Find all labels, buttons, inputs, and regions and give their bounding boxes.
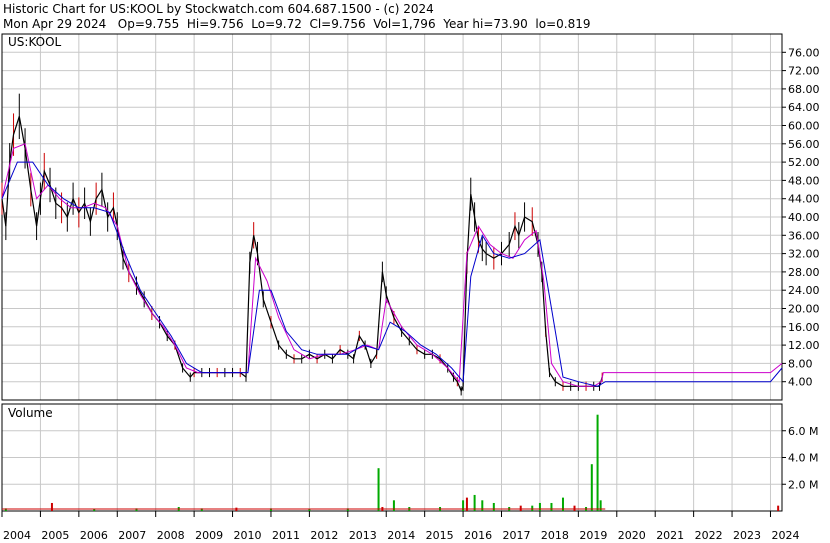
volume-bar-24 — [550, 502, 553, 511]
volume-bar-28 — [590, 464, 593, 511]
x-tick-label-2007: 2007 — [118, 529, 146, 542]
y-tick-label-16.00: 16.00 — [788, 321, 820, 334]
x-tick-label-2006: 2006 — [80, 529, 108, 542]
y-tick-label-40.00: 40.00 — [788, 211, 820, 224]
x-tick-label-2011: 2011 — [272, 529, 300, 542]
y-tick-label-8.00: 8.00 — [788, 357, 813, 370]
x-tick-label-2008: 2008 — [157, 529, 185, 542]
volume-bar-21 — [519, 505, 522, 511]
x-tick-label-2010: 2010 — [234, 529, 262, 542]
ma-long-line — [1, 161, 783, 387]
y-tick-label-12.00: 12.00 — [788, 339, 820, 352]
x-tick-label-2022: 2022 — [695, 529, 723, 542]
x-tick-label-2013: 2013 — [349, 529, 377, 542]
volume-bar-22 — [531, 505, 534, 511]
x-tick-label-2019: 2019 — [579, 529, 607, 542]
price-panel-label: US:KOOL — [8, 35, 62, 49]
y-tick-label-4.00: 4.00 — [788, 376, 813, 389]
volume-bar-10 — [377, 468, 380, 511]
volume-bar-19 — [492, 502, 495, 511]
y-tick-label-76.00: 76.00 — [788, 46, 820, 59]
volume-bar-29 — [596, 414, 599, 511]
volume-panel-label: Volume — [8, 406, 53, 420]
y-tick-label-28.00: 28.00 — [788, 266, 820, 279]
y-tick-label-48.00: 48.00 — [788, 174, 820, 187]
x-tick-label-2018: 2018 — [541, 529, 569, 542]
volume-bar-23 — [538, 502, 541, 511]
volume-bar-31 — [777, 505, 780, 511]
vy-tick-label-4.0 M: 4.0 M — [788, 452, 818, 465]
x-tick-label-2023: 2023 — [733, 529, 761, 542]
time-axis-ticks: 2004 2005 2006 2007 2008 2009 2010 2011 2012 2013… — [1, 511, 799, 542]
x-tick-label-2015: 2015 — [426, 529, 454, 542]
y-tick-label-24.00: 24.00 — [788, 284, 820, 297]
volume-bar-26 — [573, 505, 576, 511]
y-tick-label-20.00: 20.00 — [788, 303, 820, 316]
volume-grid — [1, 404, 782, 511]
vy-tick-label-2.0 M: 2.0 M — [788, 478, 818, 491]
y-tick-label-68.00: 68.00 — [788, 83, 820, 96]
vy-tick-label-6.0 M: 6.0 M — [788, 425, 818, 438]
y-tick-label-64.00: 64.00 — [788, 101, 820, 114]
volume-bar-1 — [50, 502, 53, 511]
x-tick-label-2016: 2016 — [464, 529, 492, 542]
x-tick-label-2021: 2021 — [656, 529, 684, 542]
y-tick-label-52.00: 52.00 — [788, 156, 820, 169]
x-tick-label-2024: 2024 — [771, 529, 799, 542]
volume-axis-ticks: 2.0 M 4.0 M 6.0 M — [782, 425, 818, 491]
y-tick-label-44.00: 44.00 — [788, 193, 820, 206]
x-tick-label-2009: 2009 — [195, 529, 223, 542]
price-grid — [1, 34, 782, 400]
volume-bars — [2, 414, 780, 511]
y-tick-label-56.00: 56.00 — [788, 138, 820, 151]
x-tick-label-2004: 2004 — [3, 529, 31, 542]
x-tick-label-2020: 2020 — [618, 529, 646, 542]
moving-average-long — [1, 161, 783, 387]
y-tick-label-72.00: 72.00 — [788, 65, 820, 78]
y-tick-label-60.00: 60.00 — [788, 120, 820, 133]
y-tick-label-36.00: 36.00 — [788, 229, 820, 242]
x-tick-label-2014: 2014 — [387, 529, 415, 542]
stock-chart: 4.00 8.00 12.00 16.00 20.00 24.00 28.00 32.00 36… — [1, 33, 820, 542]
x-tick-label-2012: 2012 — [310, 529, 338, 542]
x-tick-label-2017: 2017 — [503, 529, 531, 542]
price-axis-ticks: 4.00 8.00 12.00 16.00 20.00 24.00 28.00 32.00 36… — [782, 46, 820, 389]
x-tick-label-2005: 2005 — [41, 529, 69, 542]
y-tick-label-32.00: 32.00 — [788, 248, 820, 261]
